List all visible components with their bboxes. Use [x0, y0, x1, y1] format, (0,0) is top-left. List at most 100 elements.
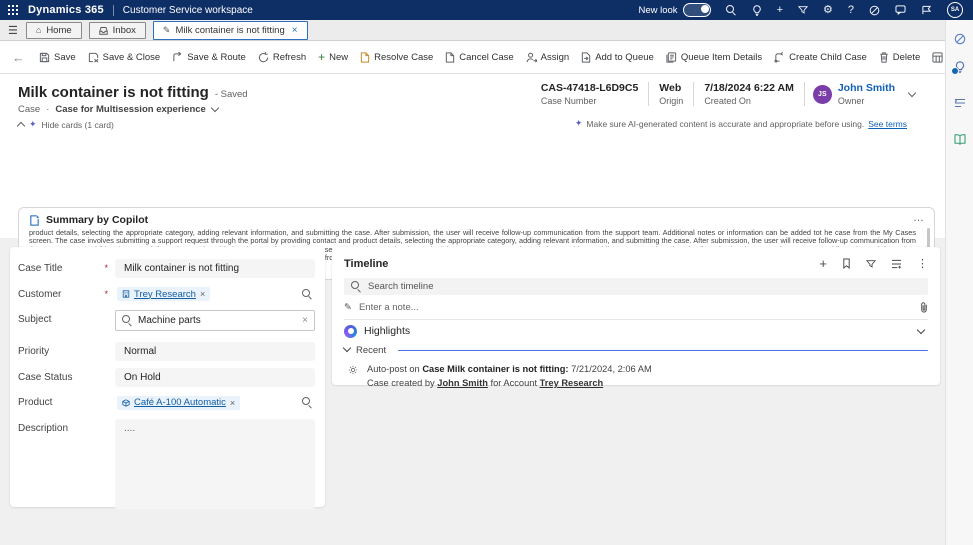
do-not-decrement-icon [932, 51, 943, 63]
customer-search-icon[interactable] [302, 288, 313, 300]
stat-case-number: CAS-47418-L6D9C5 Case Number [531, 82, 650, 106]
knowledge-search-icon[interactable] [953, 132, 967, 146]
auto-post-icon [348, 364, 358, 388]
notification-dot [951, 67, 959, 75]
subject-input[interactable]: Machine parts × [115, 310, 315, 331]
chat-feedback-icon[interactable] [895, 5, 906, 15]
agent-scripts-icon[interactable] [953, 96, 967, 110]
timeline-search-icon [351, 281, 362, 292]
site-map-hamburger-icon[interactable]: ☰ [8, 24, 18, 37]
save-icon [39, 52, 50, 63]
assign-button[interactable]: Assign [520, 52, 576, 63]
copilot-pane-icon[interactable] [953, 32, 967, 46]
save-and-route-button[interactable]: Save & Route [166, 51, 252, 63]
product-lookup[interactable]: Café A-100 Automatic × [115, 393, 315, 412]
see-terms-link[interactable]: See terms [868, 119, 907, 129]
form-selector[interactable]: Case for Multisession experience [55, 104, 205, 115]
post-account-link[interactable]: Trey Research [540, 378, 604, 388]
owner-avatar: JS [812, 84, 832, 104]
tab-case-active[interactable]: ✎ Milk container is not fitting × [152, 20, 308, 40]
tab-home[interactable]: ⌂ Home [25, 21, 82, 39]
recent-chevron-icon [342, 343, 352, 353]
copilot-card-more-icon[interactable]: … [913, 212, 924, 224]
waffle-menu-icon[interactable] [8, 5, 18, 15]
settings-gear-icon[interactable]: ⚙ [823, 4, 833, 16]
smart-assist-lightbulb-icon[interactable] [951, 60, 967, 75]
resolve-case-icon [360, 51, 370, 63]
resolve-case-button[interactable]: Resolve Case [354, 52, 439, 63]
new-button[interactable]: + New [312, 50, 354, 64]
entity-label: Case [18, 104, 41, 115]
case-status-select[interactable]: On Hold [115, 367, 315, 387]
customer-lookup[interactable]: Trey Research × [115, 285, 315, 304]
highlights-chevron-icon[interactable] [916, 325, 926, 334]
tab-inbox[interactable]: Inbox [88, 21, 146, 39]
case-form-card: Case Title * Milk container is not fittin… [10, 247, 325, 509]
create-child-case-button[interactable]: Create Child Case [768, 52, 873, 63]
help-icon[interactable]: ? [848, 4, 854, 16]
record-header: Milk container is not fitting - Saved Ca… [0, 74, 945, 307]
add-to-queue-button[interactable]: Add to Queue [575, 52, 660, 63]
timeline-filter-icon[interactable] [866, 259, 876, 269]
new-plus-icon: + [318, 50, 326, 64]
new-look-toggle[interactable] [682, 3, 711, 17]
productivity-pane-rail [945, 20, 973, 545]
filter-icon[interactable] [798, 5, 808, 15]
top-navigation-bar: Dynamics 365 Customer Service workspace … [0, 0, 973, 20]
expand-records-icon[interactable] [891, 259, 902, 269]
product-search-icon[interactable] [302, 397, 313, 408]
timeline-more-icon[interactable]: ⋮ [917, 257, 928, 270]
timeline-search-input[interactable]: Search timeline [344, 278, 928, 295]
create-timeline-record-icon[interactable]: + [819, 256, 827, 271]
cancel-case-button[interactable]: Cancel Case [439, 52, 519, 63]
timeline-post[interactable]: Auto-post on Case Milk container is not … [344, 364, 928, 388]
product-link[interactable]: Café A-100 Automatic [134, 397, 226, 408]
remove-customer-icon[interactable]: × [200, 289, 205, 299]
saved-status: - Saved [214, 89, 248, 100]
remove-product-icon[interactable]: × [230, 398, 235, 408]
user-avatar[interactable]: SA [947, 2, 963, 18]
recent-group-header[interactable]: Recent [342, 343, 928, 356]
queue-item-details-button[interactable]: Queue Item Details [660, 52, 768, 63]
owner-name-link[interactable]: John Smith [838, 82, 895, 94]
delete-button[interactable]: Delete [873, 52, 926, 63]
field-priority: Priority Normal [18, 342, 315, 361]
refresh-button[interactable]: Refresh [252, 51, 312, 63]
save-button[interactable]: Save [33, 52, 82, 63]
clear-subject-icon[interactable]: × [302, 315, 308, 326]
owner-field[interactable]: JS John Smith Owner [805, 82, 903, 106]
description-textarea[interactable]: .... [115, 418, 315, 509]
timeline-card: Timeline + ⋮ Search timeline ✎ Enter a n… [332, 247, 940, 388]
customer-link[interactable]: Trey Research [134, 289, 196, 300]
ideas-lightbulb-icon[interactable] [752, 4, 762, 16]
save-close-icon [88, 52, 99, 63]
create-child-case-icon [774, 51, 785, 63]
hide-cards-toggle[interactable]: ✦ Hide cards (1 card) [16, 119, 114, 131]
stat-created-on: 7/18/2024 6:22 AM Created On [694, 82, 805, 106]
app-title[interactable]: Dynamics 365 [28, 4, 104, 16]
copilot-card-title: Summary by Copilot [46, 214, 149, 226]
priority-select[interactable]: Normal [115, 342, 315, 361]
header-expand-chevron-icon[interactable] [907, 88, 917, 97]
back-button[interactable]: ← [12, 50, 25, 65]
pencil-icon: ✎ [344, 301, 352, 313]
post-author-link[interactable]: John Smith [437, 378, 488, 388]
copilot-circle-icon[interactable] [869, 5, 880, 16]
save-and-close-button[interactable]: Save & Close [82, 52, 167, 63]
form-selector-chevron-icon[interactable] [210, 103, 220, 113]
header-stats: CAS-47418-L6D9C5 Case Number Web Origin … [531, 82, 917, 106]
close-tab-icon[interactable]: × [292, 25, 298, 36]
case-title-input[interactable]: Milk container is not fitting [115, 259, 315, 278]
copilot-highlights-icon [344, 324, 357, 338]
session-tab-strip: ☰ ⌂ Home Inbox ✎ Milk container is not f… [0, 20, 973, 41]
announcements-icon[interactable] [921, 5, 932, 15]
product-pill[interactable]: Café A-100 Automatic × [117, 395, 241, 410]
search-icon[interactable] [725, 4, 737, 16]
note-input[interactable]: ✎ Enter a note... [344, 295, 928, 320]
bookmark-icon[interactable] [842, 258, 851, 269]
customer-pill[interactable]: Trey Research × [117, 287, 211, 301]
stat-origin: Web Origin [649, 82, 695, 106]
attach-paperclip-icon[interactable] [920, 301, 928, 313]
add-icon[interactable]: + [777, 4, 783, 16]
highlights-section[interactable]: Highlights [344, 320, 928, 342]
